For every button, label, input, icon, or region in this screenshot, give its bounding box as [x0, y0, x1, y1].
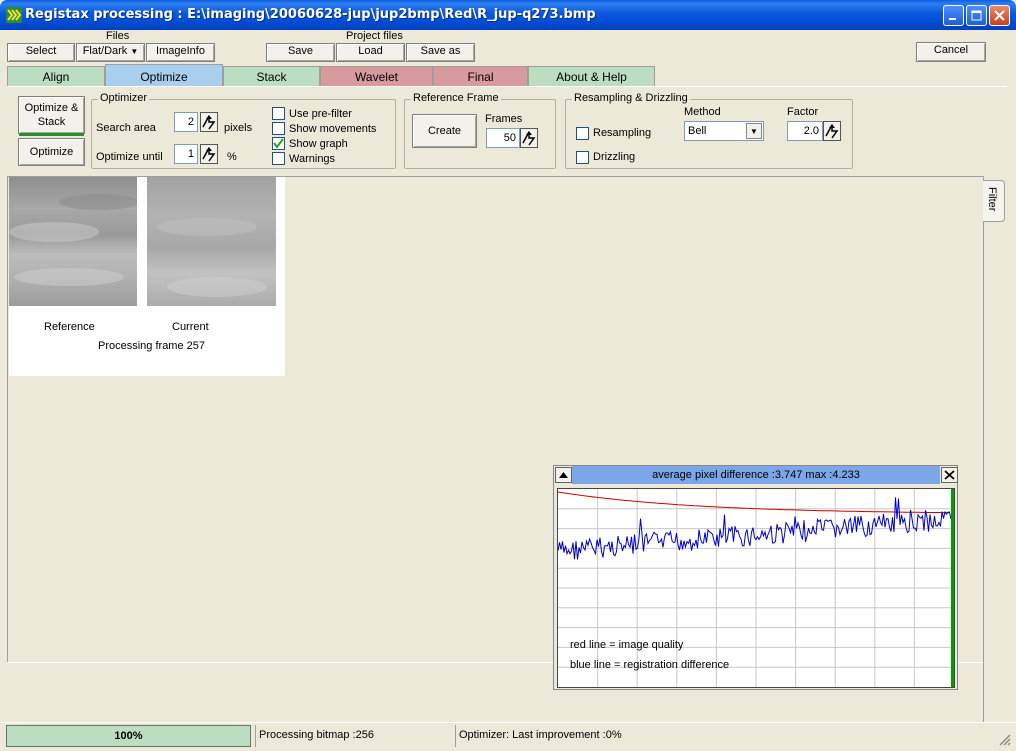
minimize-button[interactable]	[943, 5, 964, 26]
reference-frame-title: Reference Frame	[411, 92, 501, 104]
current-label: Current	[172, 321, 209, 333]
show-graph-label: Show graph	[289, 138, 348, 150]
tab-wavelet[interactable]: Wavelet	[320, 66, 433, 86]
factor-input[interactable]: 2.0	[787, 121, 823, 141]
spinner-arrows-icon	[202, 147, 216, 162]
graph-window: average pixel difference :3.747 max :4.2…	[553, 465, 958, 690]
graph-plot: red line = image quality blue line = reg…	[557, 488, 955, 688]
flat-dark-button[interactable]: Flat/Dark ▼	[76, 43, 145, 62]
cancel-button[interactable]: Cancel	[916, 42, 986, 62]
status-progress: 100%	[6, 725, 251, 747]
optimizer-group-title: Optimizer	[98, 92, 150, 104]
search-area-input[interactable]: 2	[174, 112, 198, 132]
select-button[interactable]: Select	[7, 43, 75, 62]
spinner-arrows-icon	[202, 115, 216, 130]
work-area-right-edge	[983, 176, 984, 723]
project-files-label: Project files	[346, 30, 403, 42]
status-message-2: Optimizer: Last improvement :0%	[455, 725, 1001, 747]
processing-frame-text: Processing frame 257	[98, 340, 205, 352]
create-button[interactable]: Create	[412, 114, 477, 148]
progress-text: 100%	[114, 730, 143, 742]
resampling-checkbox[interactable]	[576, 127, 589, 140]
tab-final[interactable]: Final	[433, 66, 528, 86]
search-area-spinner[interactable]	[200, 112, 218, 132]
files-group-label: Files	[106, 30, 130, 42]
graph-legend-blue: blue line = registration difference	[570, 659, 730, 671]
show-graph-checkbox[interactable]	[272, 137, 285, 150]
close-icon	[944, 470, 955, 480]
graph-legend-red: red line = image quality	[570, 639, 684, 651]
search-area-label: Search area	[96, 122, 156, 134]
optimize-stack-progress	[19, 133, 84, 136]
optimize-until-input[interactable]: 1	[174, 144, 198, 164]
current-image	[147, 177, 276, 306]
preview-panel: Reference Current Processing frame 257	[9, 177, 285, 376]
method-label: Method	[684, 106, 721, 118]
frames-spinner[interactable]	[520, 128, 538, 148]
search-area-unit: pixels	[224, 122, 253, 134]
title-bar: Registax processing : E:\imaging\2006062…	[0, 0, 1016, 30]
show-movements-checkbox[interactable]	[272, 122, 285, 135]
graph-progress-marker	[951, 489, 954, 687]
optimize-button[interactable]: Optimize	[18, 138, 85, 166]
dropdown-arrow-icon: ▼	[130, 47, 139, 56]
registax-app-icon	[6, 7, 22, 23]
current-frame-image	[147, 177, 276, 306]
tab-about-help[interactable]: About & Help	[528, 66, 655, 86]
resize-grip-icon[interactable]	[997, 732, 1011, 746]
status-message-1: Processing bitmap :256	[255, 725, 452, 747]
maximize-button[interactable]	[966, 5, 987, 26]
checkmark-icon	[273, 138, 284, 149]
warnings-checkbox[interactable]	[272, 152, 285, 165]
frames-input[interactable]: 50	[486, 128, 520, 148]
load-button[interactable]: Load	[336, 43, 405, 62]
method-value: Bell	[688, 125, 707, 137]
flat-dark-label: Flat/Dark	[82, 45, 128, 57]
reference-frame-image	[9, 177, 139, 306]
maximize-icon	[971, 10, 982, 21]
show-movements-label: Show movements	[289, 123, 377, 135]
tab-align[interactable]: Align	[7, 66, 105, 86]
drizzling-checkbox[interactable]	[576, 151, 589, 164]
resampling-label: Resampling	[593, 127, 652, 139]
graph-collapse-button[interactable]	[555, 467, 572, 483]
filter-side-tab[interactable]: Filter	[983, 180, 1005, 222]
spinner-arrows-icon	[825, 124, 839, 139]
graph-close-button[interactable]	[941, 467, 958, 483]
optimize-until-unit: %	[227, 151, 237, 163]
resampling-group-title: Resampling & Drizzling	[572, 92, 690, 104]
optimize-until-label: Optimize until	[96, 151, 163, 163]
save-as-button[interactable]: Save as	[406, 43, 475, 62]
tab-divider	[7, 86, 1007, 87]
spinner-arrows-icon	[522, 131, 536, 146]
drizzling-label: Drizzling	[593, 151, 636, 163]
chevron-down-icon[interactable]: ▼	[746, 123, 762, 139]
optimize-stack-button[interactable]: Optimize & Stack	[18, 96, 85, 134]
image-quality-line	[557, 491, 951, 514]
save-button[interactable]: Save	[266, 43, 335, 62]
imageinfo-button[interactable]: ImageInfo	[146, 43, 215, 62]
close-window-button[interactable]	[989, 5, 1010, 26]
method-select[interactable]: Bell ▼	[684, 121, 764, 141]
factor-spinner[interactable]	[823, 121, 841, 141]
reference-label: Reference	[44, 321, 95, 333]
triangle-up-icon	[559, 472, 568, 478]
tab-optimize[interactable]: Optimize	[105, 64, 223, 86]
graph-header: average pixel difference :3.747 max :4.2…	[572, 466, 940, 484]
use-prefilter-checkbox[interactable]	[272, 107, 285, 120]
minimize-icon	[949, 18, 956, 20]
use-prefilter-label: Use pre-filter	[289, 108, 352, 120]
factor-label: Factor	[787, 106, 819, 118]
window-title: Registax processing : E:\imaging\2006062…	[25, 7, 596, 22]
reference-image	[9, 177, 139, 306]
optimize-until-spinner[interactable]	[200, 144, 218, 164]
close-icon	[994, 10, 1005, 21]
tab-stack[interactable]: Stack	[223, 66, 320, 86]
frames-label: Frames	[485, 113, 523, 125]
graph-canvas	[557, 489, 955, 687]
warnings-label: Warnings	[289, 153, 336, 165]
filter-tab-label: Filter	[986, 187, 998, 212]
